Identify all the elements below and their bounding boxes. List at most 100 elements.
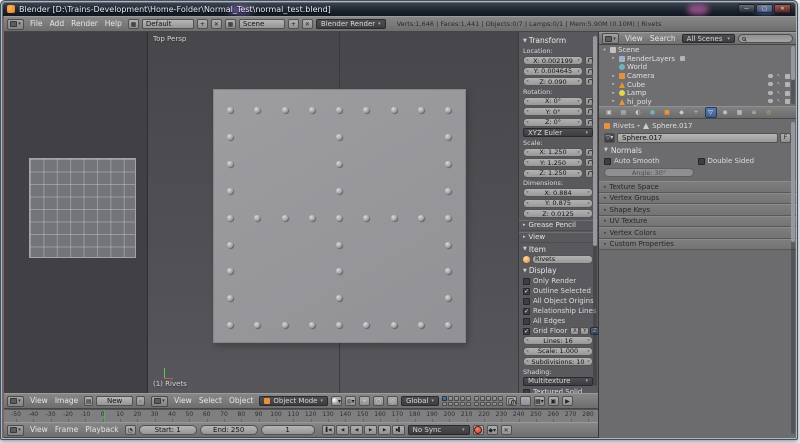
layer-toggle[interactable] bbox=[442, 402, 447, 407]
layer-toggle[interactable] bbox=[498, 396, 503, 401]
grid-floor-checkbox[interactable]: ✓ bbox=[523, 328, 530, 335]
layer-toggle[interactable] bbox=[460, 402, 465, 407]
pin-icon[interactable]: ◦ bbox=[136, 396, 145, 406]
scale-z-field[interactable]: ◂Z: 1.250▸ bbox=[523, 169, 583, 178]
panel-display[interactable]: ▼Display bbox=[523, 265, 593, 276]
play-button[interactable]: ▶ bbox=[364, 425, 377, 435]
lock-icon[interactable] bbox=[585, 148, 593, 157]
next-keyframe-button[interactable]: ▶ bbox=[378, 425, 391, 435]
manipulator-rotate-toggle[interactable]: ○ bbox=[373, 396, 384, 406]
snap-magnet-toggle[interactable]: U bbox=[520, 396, 531, 406]
auto-keyframe-toggle[interactable] bbox=[473, 425, 484, 435]
editor-type-button[interactable]: ▾ bbox=[602, 33, 619, 44]
fake-user-button[interactable]: F bbox=[780, 133, 791, 143]
panel-vertex-groups[interactable]: ▸Vertex Groups bbox=[599, 193, 796, 205]
rotation-z-field[interactable]: ◂Z: 0°▸ bbox=[523, 118, 583, 127]
menu-view[interactable]: View bbox=[622, 33, 646, 45]
smooth-angle-field[interactable]: Angle: 30° bbox=[604, 168, 694, 177]
use-preview-range-toggle[interactable]: ◔ bbox=[125, 425, 136, 435]
lock-icon[interactable] bbox=[585, 97, 593, 106]
current-frame-marker[interactable] bbox=[104, 410, 105, 422]
renderability-camera-icon[interactable] bbox=[785, 74, 790, 79]
all-object-origins-checkbox[interactable] bbox=[523, 298, 530, 305]
riveted-plane-object[interactable] bbox=[213, 89, 466, 343]
menu-search[interactable]: Search bbox=[647, 33, 679, 45]
location-z-field[interactable]: ◂Z: 0.090▸ bbox=[523, 77, 583, 86]
menu-view[interactable]: View bbox=[27, 395, 51, 407]
tab-constraints[interactable]: ◆ bbox=[676, 107, 688, 118]
snap-element-select[interactable]: ▦▾ bbox=[534, 396, 545, 406]
location-x-field[interactable]: ◂X: 0.002199▸ bbox=[523, 56, 583, 65]
renderability-camera-icon[interactable] bbox=[785, 91, 790, 96]
visibility-eye-icon[interactable] bbox=[768, 99, 773, 103]
editor-type-button[interactable]: ▾ bbox=[7, 425, 24, 436]
outliner-scrollbar[interactable] bbox=[791, 46, 795, 104]
viewport-3d[interactable]: Top Persp (1) Rivets ▼Transform Location… bbox=[148, 32, 598, 393]
selectability-arrow-icon[interactable]: ↖ bbox=[777, 82, 781, 86]
layer-toggle[interactable] bbox=[466, 396, 471, 401]
visibility-eye-icon[interactable] bbox=[768, 74, 773, 78]
previous-keyframe-button[interactable]: ◀ bbox=[336, 425, 349, 435]
mode-select[interactable]: Object Mode▾ bbox=[259, 396, 328, 406]
panel-transform[interactable]: ▼Transform bbox=[523, 35, 593, 46]
editor-type-button[interactable]: ▾ bbox=[7, 19, 24, 30]
menu-frame[interactable]: Frame bbox=[52, 424, 81, 436]
tab-modifiers[interactable]: + bbox=[690, 107, 702, 118]
item-name-field[interactable]: Rivets bbox=[532, 255, 593, 264]
tab-object[interactable]: ■ bbox=[661, 107, 673, 118]
rotation-y-field[interactable]: ◂Y: 0°▸ bbox=[523, 107, 583, 116]
close-button[interactable]: ✕ bbox=[774, 4, 791, 13]
subdivisions-field[interactable]: ◂Subdivisions: 10▸ bbox=[523, 357, 593, 366]
rotation-x-field[interactable]: ◂X: 0°▸ bbox=[523, 97, 583, 106]
rotation-mode-select[interactable]: XYZ Euler▾ bbox=[523, 128, 593, 137]
timeline-ruler[interactable]: -50-40-30-20-100102030405060708090100110… bbox=[4, 409, 598, 422]
layer-toggle[interactable] bbox=[442, 396, 447, 401]
layer-toggle[interactable] bbox=[480, 402, 485, 407]
window-titlebar[interactable]: Blender [D:\Trains-Development\Home-Fold… bbox=[3, 3, 795, 16]
n-panel-scrollbar[interactable] bbox=[593, 36, 597, 386]
lines-field[interactable]: ◂Lines: 16▸ bbox=[523, 336, 593, 345]
triangle-down-icon[interactable]: ▾ bbox=[601, 48, 608, 53]
outliner-item-world[interactable]: World bbox=[601, 63, 794, 72]
outliner-item-scene[interactable]: ▾Scene bbox=[601, 46, 794, 55]
lock-icon[interactable] bbox=[585, 169, 593, 178]
tab-render[interactable]: ▣ bbox=[603, 107, 615, 118]
render-engine-select[interactable]: Blender Render▾ bbox=[316, 19, 386, 29]
layer-toggle[interactable] bbox=[486, 396, 491, 401]
delete-scene-button[interactable]: ✕ bbox=[302, 19, 313, 29]
triangle-right-icon[interactable]: ▸ bbox=[610, 91, 617, 96]
viewport-shading-select[interactable]: ▾ bbox=[331, 396, 342, 406]
layer-toggle[interactable] bbox=[474, 396, 479, 401]
panel-normals[interactable]: ▼Normals bbox=[604, 144, 791, 156]
selectability-arrow-icon[interactable]: ↖ bbox=[777, 74, 781, 78]
properties-scrollbar[interactable] bbox=[791, 122, 795, 434]
tab-scene[interactable]: ◐ bbox=[632, 107, 644, 118]
triangle-right-icon[interactable]: ▸ bbox=[610, 56, 617, 61]
tab-texture[interactable]: ▦ bbox=[734, 107, 746, 118]
menu-file[interactable]: File bbox=[27, 18, 46, 30]
outliner-item-camera[interactable]: ▸Camera↖ bbox=[601, 72, 794, 81]
grid-axis-y-toggle[interactable]: Y bbox=[580, 327, 589, 335]
only-render-checkbox[interactable] bbox=[523, 278, 530, 285]
lock-icon[interactable] bbox=[585, 158, 593, 167]
play-reverse-button[interactable]: ◀ bbox=[350, 425, 363, 435]
layer-toggle[interactable] bbox=[460, 396, 465, 401]
manipulator-scale-toggle[interactable]: ◇ bbox=[387, 396, 398, 406]
shading-mode-select[interactable]: Multitexture▾ bbox=[523, 377, 593, 386]
transform-orientation-select[interactable]: Global▾ bbox=[401, 396, 439, 406]
screen-layout-field[interactable]: Default bbox=[142, 19, 194, 29]
editor-type-button[interactable]: ▾ bbox=[151, 396, 168, 407]
screen-layout-browse-icon[interactable]: ▦ bbox=[128, 19, 139, 29]
frame-end-field[interactable]: End: 250 bbox=[200, 425, 258, 435]
lock-icon[interactable] bbox=[585, 118, 593, 127]
menu-playback[interactable]: Playback bbox=[82, 424, 121, 436]
menu-render[interactable]: Render bbox=[68, 18, 101, 30]
layer-toggle[interactable] bbox=[492, 396, 497, 401]
tab-material[interactable]: ◉ bbox=[719, 107, 731, 118]
panel-texture-space[interactable]: ▸Texture Space bbox=[599, 181, 796, 193]
renderability-camera-icon[interactable] bbox=[785, 82, 790, 87]
lock-icon[interactable] bbox=[585, 56, 593, 65]
sync-mode-select[interactable]: No Sync▾ bbox=[408, 425, 470, 435]
tab-particles[interactable]: ≡ bbox=[748, 107, 760, 118]
scale-x-field[interactable]: ◂X: 1.250▸ bbox=[523, 148, 583, 157]
